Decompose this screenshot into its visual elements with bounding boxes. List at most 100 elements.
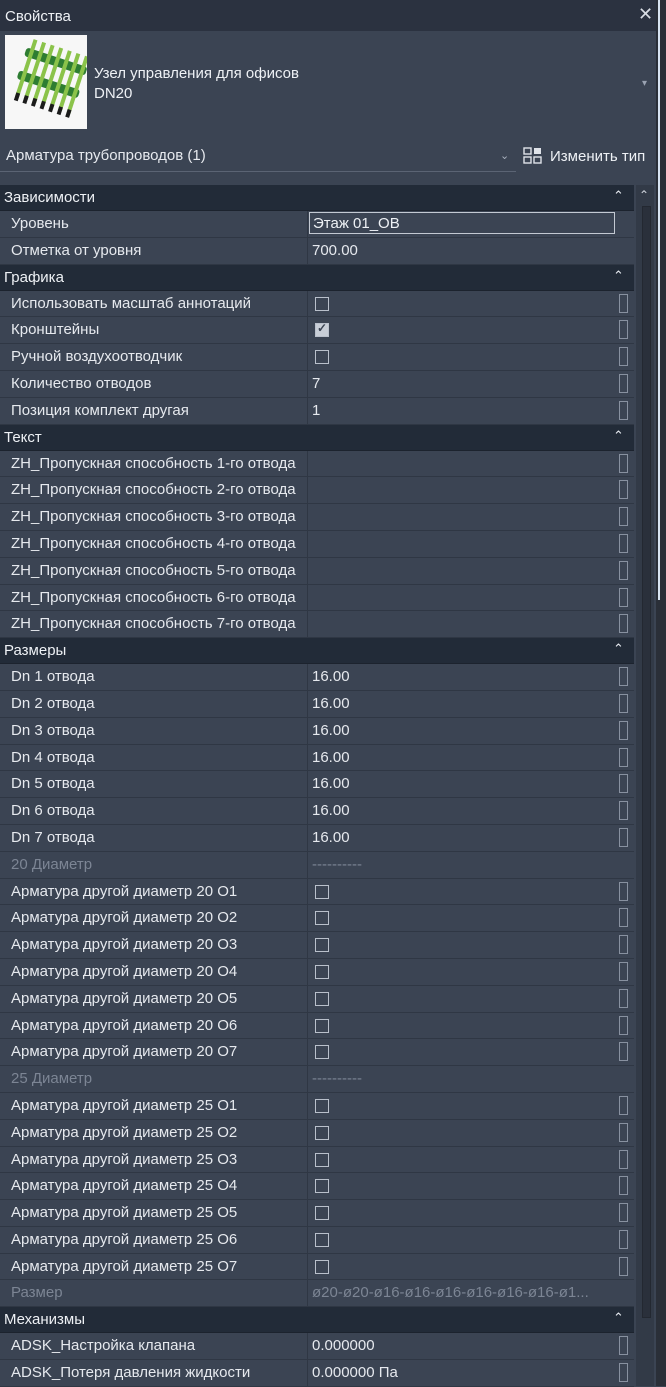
category-header[interactable]: Текст ⌃ bbox=[0, 424, 634, 451]
associate-parameter-button[interactable] bbox=[619, 533, 628, 553]
property-checkbox[interactable] bbox=[315, 1179, 329, 1194]
instance-filter-dropdown[interactable]: Арматура трубопроводов (1) ⌄ bbox=[0, 141, 516, 172]
property-checkbox[interactable] bbox=[315, 321, 329, 338]
property-checkbox[interactable] bbox=[315, 1259, 329, 1274]
property-row[interactable]: Dn 7 отвода 16.00 bbox=[0, 824, 634, 852]
category-header[interactable]: Размеры ⌃ bbox=[0, 638, 634, 665]
property-checkbox[interactable] bbox=[315, 938, 329, 953]
associate-parameter-button[interactable] bbox=[619, 1042, 628, 1062]
category-header[interactable]: Зависимости ⌃ bbox=[0, 185, 634, 211]
associate-parameter-button[interactable] bbox=[619, 560, 628, 580]
property-row[interactable]: ZH_Пропускная способность 6-го отвода bbox=[0, 584, 634, 612]
category-header[interactable]: Графика ⌃ bbox=[0, 264, 634, 291]
property-value[interactable]: 0.000000 Па bbox=[312, 1364, 398, 1381]
associate-parameter-button[interactable] bbox=[619, 1229, 628, 1249]
property-value[interactable]: 700.00 bbox=[312, 242, 358, 259]
property-row[interactable]: 25 Диаметр ---------- bbox=[0, 1066, 634, 1093]
associate-parameter-button[interactable] bbox=[619, 1149, 628, 1169]
vertical-scrollbar[interactable]: ⌃ bbox=[636, 185, 654, 1386]
associate-parameter-button[interactable] bbox=[619, 1363, 628, 1383]
property-value-input[interactable]: Этаж 01_ОВ bbox=[309, 212, 615, 234]
property-checkbox[interactable] bbox=[315, 1098, 329, 1113]
property-checkbox[interactable] bbox=[315, 884, 329, 899]
property-row[interactable]: Арматура другой диаметр 25 О5 bbox=[0, 1200, 634, 1227]
property-checkbox[interactable] bbox=[315, 1125, 329, 1140]
associate-parameter-button[interactable] bbox=[619, 587, 628, 607]
associate-parameter-button[interactable] bbox=[619, 693, 628, 713]
associate-parameter-button[interactable] bbox=[619, 881, 628, 901]
property-row[interactable]: Dn 6 отвода 16.00 bbox=[0, 798, 634, 825]
property-value[interactable]: 1 bbox=[312, 402, 320, 419]
property-row[interactable]: Арматура другой диаметр 20 О4 bbox=[0, 958, 634, 986]
property-row[interactable]: Отметка от уровня 700.00 bbox=[0, 237, 634, 265]
property-checkbox[interactable] bbox=[315, 1018, 329, 1033]
property-row[interactable]: Dn 1 отвода 16.00 bbox=[0, 664, 634, 691]
property-row[interactable]: Кронштейны bbox=[0, 317, 634, 345]
property-row[interactable]: Арматура другой диаметр 25 О7 bbox=[0, 1253, 634, 1281]
associate-parameter-button[interactable] bbox=[619, 961, 628, 981]
associate-parameter-button[interactable] bbox=[619, 480, 628, 500]
property-value[interactable]: 16.00 bbox=[312, 749, 350, 766]
property-row[interactable]: Dn 2 отвода 16.00 bbox=[0, 690, 634, 718]
property-row[interactable]: Dn 5 отвода 16.00 bbox=[0, 771, 634, 799]
property-row[interactable]: Размер ø20-ø20-ø16-ø16-ø16-ø16-ø16-ø16-ø1… bbox=[0, 1280, 634, 1308]
associate-parameter-button[interactable] bbox=[619, 747, 628, 767]
collapse-icon[interactable]: ⌃ bbox=[613, 268, 624, 284]
associate-parameter-button[interactable] bbox=[619, 935, 628, 955]
chevron-down-icon[interactable]: ▾ bbox=[642, 78, 647, 89]
property-checkbox[interactable] bbox=[315, 911, 329, 926]
property-row[interactable]: Арматура другой диаметр 25 О4 bbox=[0, 1173, 634, 1201]
property-value[interactable]: 7 bbox=[312, 375, 320, 392]
associate-parameter-button[interactable] bbox=[619, 827, 628, 847]
property-checkbox[interactable] bbox=[315, 964, 329, 979]
collapse-icon[interactable]: ⌃ bbox=[613, 188, 624, 204]
property-row[interactable]: Арматура другой диаметр 20 О2 bbox=[0, 905, 634, 933]
property-checkbox[interactable] bbox=[315, 1206, 329, 1221]
collapse-icon[interactable]: ⌃ bbox=[613, 641, 624, 657]
property-row[interactable]: Арматура другой диаметр 20 О7 bbox=[0, 1039, 634, 1067]
associate-parameter-button[interactable] bbox=[619, 1256, 628, 1276]
property-row[interactable]: ZH_Пропускная способность 2-го отвода bbox=[0, 477, 634, 505]
collapse-icon[interactable]: ⌃ bbox=[613, 1310, 624, 1326]
property-row[interactable]: ZH_Пропускная способность 5-го отвода bbox=[0, 557, 634, 585]
associate-parameter-button[interactable] bbox=[619, 320, 628, 340]
associate-parameter-button[interactable] bbox=[619, 1095, 628, 1115]
associate-parameter-button[interactable] bbox=[619, 507, 628, 527]
property-checkbox[interactable] bbox=[315, 350, 329, 365]
property-row[interactable]: Количество отводов 7 bbox=[0, 370, 634, 398]
property-row[interactable]: ZH_Пропускная способность 4-го отвода bbox=[0, 530, 634, 558]
property-row[interactable]: Позиция комплект другая 1 bbox=[0, 397, 634, 425]
associate-parameter-button[interactable] bbox=[619, 1336, 628, 1356]
property-row[interactable]: Уровень Этаж 01_ОВ bbox=[0, 211, 634, 238]
associate-parameter-button[interactable] bbox=[619, 988, 628, 1008]
associate-parameter-button[interactable] bbox=[619, 1015, 628, 1035]
property-checkbox[interactable] bbox=[315, 296, 329, 311]
property-checkbox[interactable] bbox=[315, 991, 329, 1006]
associate-parameter-button[interactable] bbox=[619, 293, 628, 313]
property-row[interactable]: ADSK_Настройка клапана 0.000000 bbox=[0, 1333, 634, 1361]
property-row[interactable]: Использовать масштаб аннотаций bbox=[0, 290, 634, 318]
associate-parameter-button[interactable] bbox=[619, 774, 628, 794]
associate-parameter-button[interactable] bbox=[619, 908, 628, 928]
property-checkbox[interactable] bbox=[315, 1045, 329, 1060]
property-row[interactable]: ZH_Пропускная способность 7-го отвода bbox=[0, 611, 634, 639]
scrollbar-thumb[interactable] bbox=[642, 206, 651, 1318]
property-value[interactable]: 16.00 bbox=[312, 775, 350, 792]
associate-parameter-button[interactable] bbox=[619, 1176, 628, 1196]
property-row[interactable]: ADSK_Потеря давления жидкости 0.000000 Па bbox=[0, 1360, 634, 1387]
property-row[interactable]: Арматура другой диаметр 20 О6 bbox=[0, 1012, 634, 1040]
property-row[interactable]: Dn 4 отвода 16.00 bbox=[0, 744, 634, 772]
associate-parameter-button[interactable] bbox=[619, 400, 628, 420]
property-row[interactable]: Арматура другой диаметр 25 О1 bbox=[0, 1092, 634, 1120]
property-row[interactable]: Арматура другой диаметр 20 О5 bbox=[0, 985, 634, 1013]
property-row[interactable]: ZH_Пропускная способность 1-го отвода bbox=[0, 450, 634, 478]
property-value[interactable]: 16.00 bbox=[312, 668, 350, 685]
property-value[interactable]: 16.00 bbox=[312, 829, 350, 846]
property-row[interactable]: Арматура другой диаметр 25 О2 bbox=[0, 1119, 634, 1147]
property-checkbox[interactable] bbox=[315, 1232, 329, 1247]
associate-parameter-button[interactable] bbox=[619, 1203, 628, 1223]
associate-parameter-button[interactable] bbox=[619, 1122, 628, 1142]
associate-parameter-button[interactable] bbox=[619, 453, 628, 473]
property-checkbox[interactable] bbox=[315, 1152, 329, 1167]
property-row[interactable]: 20 Диаметр ---------- bbox=[0, 851, 634, 879]
